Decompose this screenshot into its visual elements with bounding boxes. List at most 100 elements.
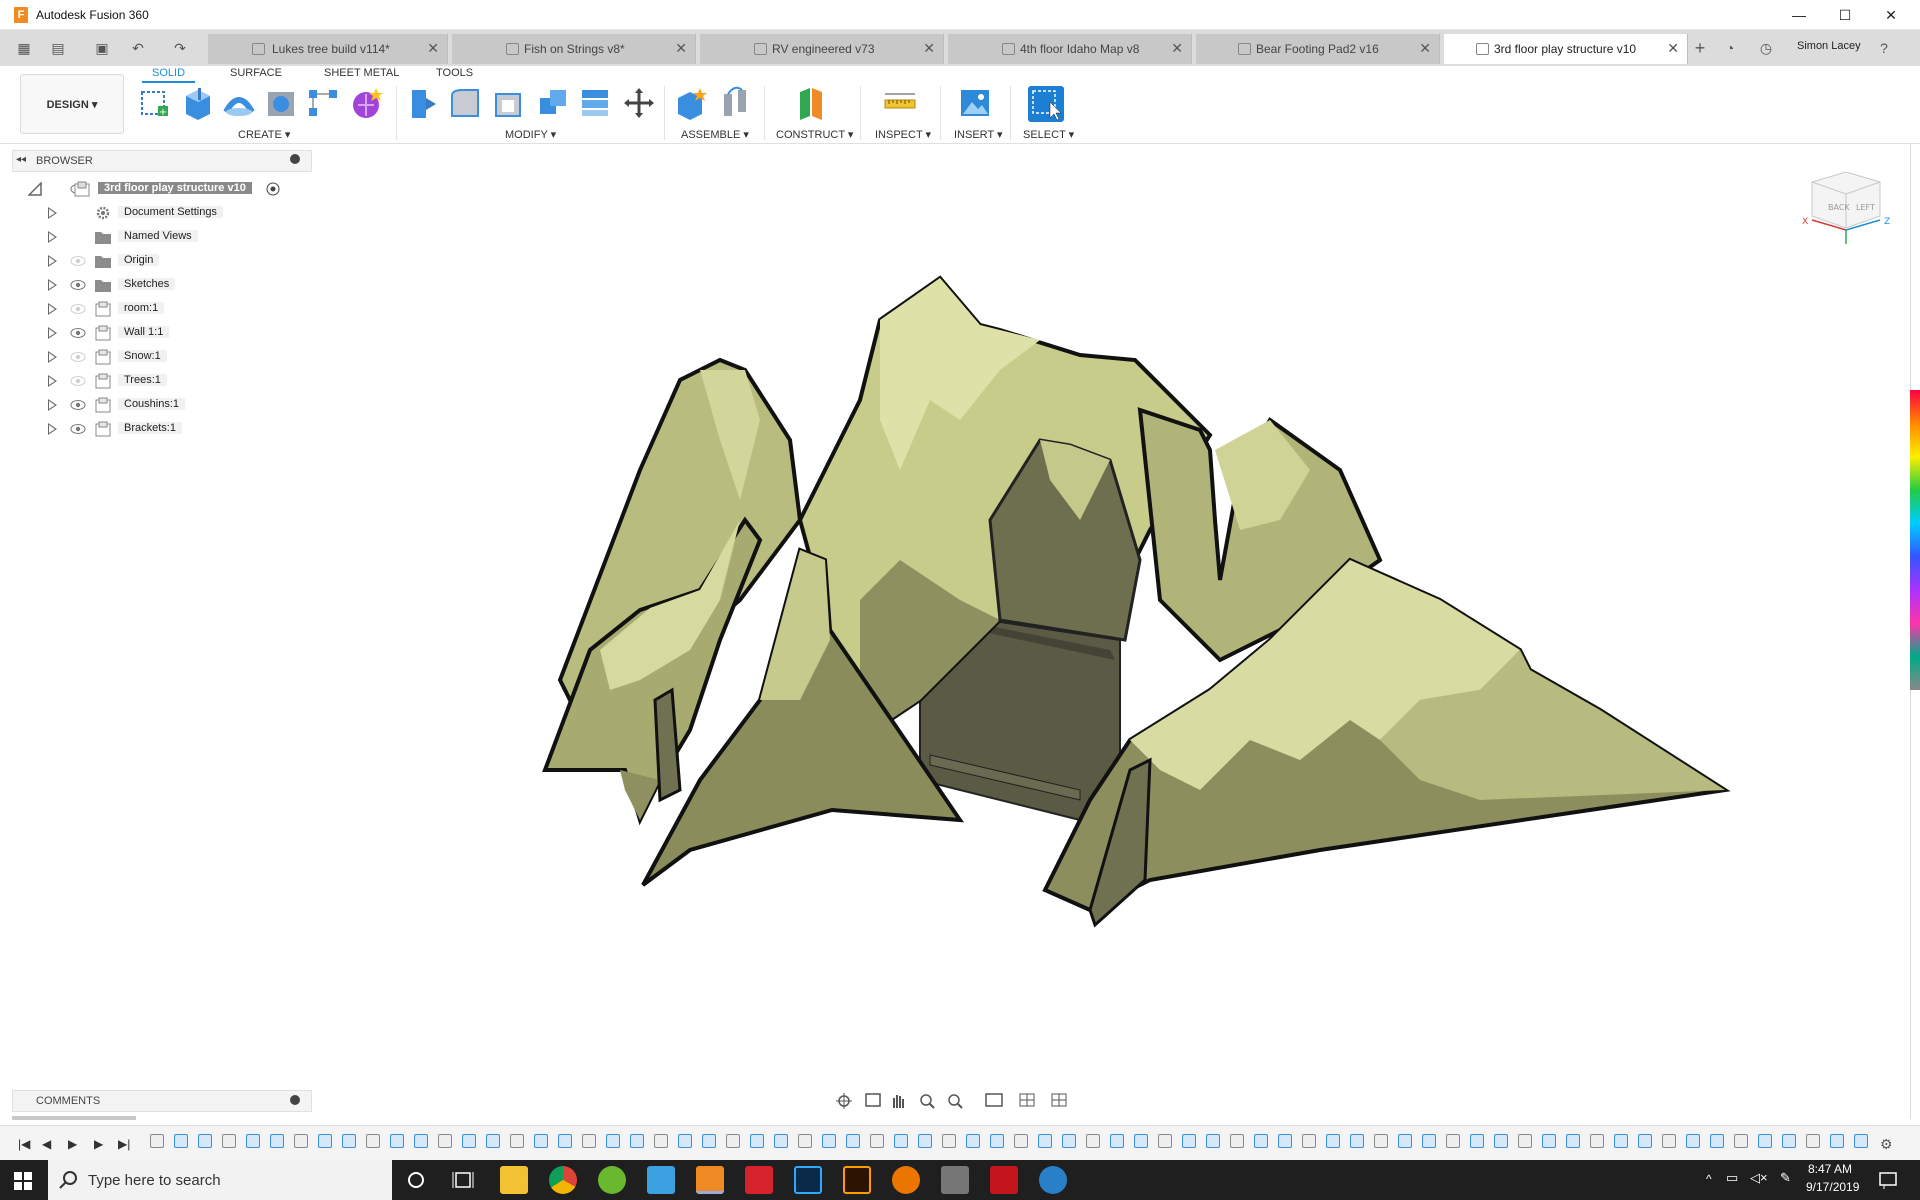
timeline-feature-icon[interactable]: [390, 1134, 404, 1148]
browser-item-brackets-1[interactable]: Brackets:1: [0, 418, 320, 440]
viewports-icon[interactable]: [1051, 1093, 1067, 1107]
timeline-feature-icon[interactable]: [246, 1134, 260, 1148]
timeline-feature-icon[interactable]: [606, 1134, 620, 1148]
timeline-feature-icon[interactable]: [1782, 1134, 1796, 1148]
fit-zoom-icon[interactable]: [948, 1094, 963, 1109]
select-menu[interactable]: SELECT ▾: [1023, 128, 1074, 141]
add-comment-icon[interactable]: [290, 1095, 300, 1105]
help-icon[interactable]: ?: [1874, 38, 1894, 58]
timeline-feature-icon[interactable]: [462, 1134, 476, 1148]
browser-item-sketches[interactable]: Sketches: [0, 274, 320, 296]
timeline-feature-icon[interactable]: [1854, 1134, 1868, 1148]
offset-face-icon[interactable]: [578, 86, 612, 120]
joint-icon[interactable]: [718, 86, 752, 120]
expand-triangle-icon[interactable]: [48, 351, 57, 363]
notifications-icon[interactable]: [1878, 1170, 1898, 1190]
timeline-feature-icon[interactable]: [1158, 1134, 1172, 1148]
browser-item-document-settings[interactable]: Document Settings: [0, 202, 320, 224]
browser-options-icon[interactable]: [290, 154, 300, 164]
expand-triangle-icon[interactable]: [48, 231, 57, 243]
timeline-feature-icon[interactable]: [534, 1134, 548, 1148]
keyboard-app-icon[interactable]: [941, 1166, 969, 1194]
show-hidden-icons-chevron[interactable]: ^: [1706, 1172, 1712, 1186]
visibility-eye-icon[interactable]: [70, 398, 86, 412]
insert-image-icon[interactable]: [958, 86, 992, 120]
expand-triangle-icon[interactable]: [48, 255, 57, 267]
timeline-feature-icon[interactable]: [1614, 1134, 1628, 1148]
timeline-feature-icon[interactable]: [1686, 1134, 1700, 1148]
visibility-eye-icon[interactable]: [70, 302, 86, 316]
shell-icon[interactable]: [492, 86, 526, 120]
save-icon[interactable]: ▣: [92, 38, 112, 58]
expand-triangle-icon[interactable]: [48, 423, 57, 435]
timeline-settings-gear-icon[interactable]: ⚙: [1880, 1136, 1893, 1153]
display-settings-icon[interactable]: [985, 1093, 1003, 1107]
timeline-feature-icon[interactable]: [318, 1134, 332, 1148]
tab-solid[interactable]: SOLID: [142, 67, 196, 83]
timeline-feature-icon[interactable]: [1806, 1134, 1820, 1148]
timeline-feature-icon[interactable]: [198, 1134, 212, 1148]
illustrator-icon[interactable]: [843, 1166, 871, 1194]
look-at-icon[interactable]: [865, 1093, 881, 1107]
fillet-icon[interactable]: [448, 86, 482, 120]
task-view-icon[interactable]: [452, 1170, 474, 1190]
browser-item-trees-1[interactable]: Trees:1: [0, 370, 320, 392]
timeline-feature-icon[interactable]: [1734, 1134, 1748, 1148]
expand-triangle-icon[interactable]: [48, 327, 57, 339]
horizontal-scrollbar[interactable]: [12, 1116, 136, 1120]
timeline-feature-icon[interactable]: [1566, 1134, 1580, 1148]
blender-icon[interactable]: [892, 1166, 920, 1194]
expand-triangle-icon[interactable]: [48, 375, 57, 387]
history-clock-icon[interactable]: ◷: [1756, 38, 1776, 58]
create-form-icon[interactable]: [350, 86, 384, 120]
timeline-feature-icon[interactable]: [1062, 1134, 1076, 1148]
tab-tools[interactable]: TOOLS: [436, 67, 473, 79]
construct-menu[interactable]: CONSTRUCT ▾: [776, 128, 853, 141]
timeline-feature-icon[interactable]: [1206, 1134, 1220, 1148]
view-cube[interactable]: BACK LEFT X Z: [1798, 172, 1898, 252]
visibility-eye-icon[interactable]: [70, 422, 86, 436]
timeline-feature-icon[interactable]: [414, 1134, 428, 1148]
timeline-feature-icon[interactable]: [942, 1134, 956, 1148]
timeline-feature-icon[interactable]: [1278, 1134, 1292, 1148]
timeline-feature-icon[interactable]: [1398, 1134, 1412, 1148]
timeline-feature-icon[interactable]: [1134, 1134, 1148, 1148]
data-panel-grid-icon[interactable]: ▦: [14, 38, 34, 58]
timeline-feature-icon[interactable]: [1350, 1134, 1364, 1148]
timeline-feature-icon[interactable]: [1470, 1134, 1484, 1148]
close-tab-icon[interactable]: ✕: [675, 40, 687, 57]
revolve-icon[interactable]: [222, 86, 256, 120]
timeline-feature-icon[interactable]: [1038, 1134, 1052, 1148]
grid-settings-icon[interactable]: [1019, 1093, 1035, 1107]
inspect-menu[interactable]: INSPECT ▾: [875, 128, 931, 141]
undo-icon[interactable]: ↶: [128, 38, 148, 58]
timeline-feature-icon[interactable]: [1254, 1134, 1268, 1148]
new-tab-plus-icon[interactable]: +: [1690, 38, 1710, 58]
visibility-eye-icon[interactable]: [70, 278, 86, 292]
assemble-menu[interactable]: ASSEMBLE ▾: [681, 128, 749, 141]
timeline-feature-icon[interactable]: [1494, 1134, 1508, 1148]
measure-icon[interactable]: [883, 86, 917, 120]
expand-triangle-icon[interactable]: [48, 303, 57, 315]
move-copy-icon[interactable]: [622, 86, 656, 120]
timeline-feature-icon[interactable]: [1014, 1134, 1028, 1148]
timeline-feature-icon[interactable]: [174, 1134, 188, 1148]
timeline-feature-icon[interactable]: [774, 1134, 788, 1148]
timeline-feature-icon[interactable]: [1542, 1134, 1556, 1148]
timeline-feature-icon[interactable]: [438, 1134, 452, 1148]
expand-triangle-icon[interactable]: [48, 279, 57, 291]
acrobat-icon[interactable]: [990, 1166, 1018, 1194]
timeline-feature-icon[interactable]: [582, 1134, 596, 1148]
close-tab-icon[interactable]: ✕: [923, 40, 935, 57]
timeline-feature-icon[interactable]: [702, 1134, 716, 1148]
orbit-icon[interactable]: [836, 1093, 852, 1109]
timeline-feature-icon[interactable]: [1710, 1134, 1724, 1148]
timeline-feature-icon[interactable]: [654, 1134, 668, 1148]
close-tab-icon[interactable]: ✕: [427, 40, 439, 57]
creative-cloud-icon[interactable]: [745, 1166, 773, 1194]
viewcube-back-label[interactable]: BACK: [1828, 203, 1850, 212]
timeline-feature-icon[interactable]: [1182, 1134, 1196, 1148]
tab-bear-footing-pad2[interactable]: Bear Footing Pad2 v16 ✕: [1196, 34, 1440, 64]
file-menu-icon[interactable]: ▤: [48, 38, 68, 58]
minimize-button[interactable]: —: [1776, 0, 1822, 30]
